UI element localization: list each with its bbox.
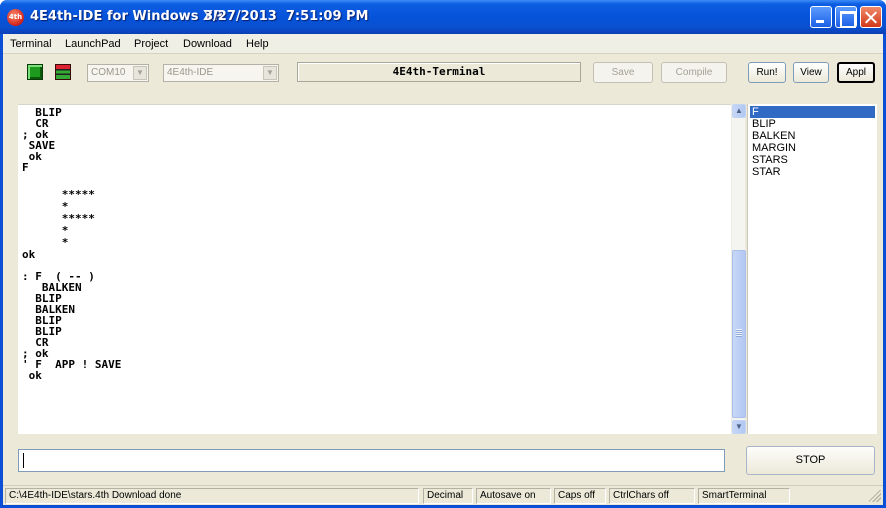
maximize-button[interactable] — [835, 6, 857, 28]
terminal-line: ***** — [22, 212, 95, 225]
com-port-value: COM10 — [91, 67, 126, 78]
terminal-line: ***** — [22, 188, 95, 201]
terminal-output[interactable]: BLIP CR ; ok SAVE ok F ***** * ***** * *… — [18, 104, 731, 434]
grip-icon — [736, 329, 742, 337]
word-list-item[interactable]: STAR — [750, 166, 875, 178]
scrollbar-thumb[interactable] — [732, 250, 746, 418]
status-message: C:\4E4th-IDE\stars.4th Download done — [5, 488, 419, 504]
terminal-label: 4E4th-Terminal — [297, 62, 581, 82]
terminal-line: * — [22, 200, 69, 213]
connection-led-icon — [27, 64, 43, 80]
menu-launchpad[interactable]: LaunchPad — [65, 38, 121, 50]
status-number-base: Decimal — [423, 488, 473, 504]
word-list-item[interactable]: MARGIN — [750, 142, 875, 154]
status-autosave: Autosave on — [476, 488, 551, 504]
save-button[interactable]: Save — [593, 62, 653, 83]
word-list-item[interactable]: BALKEN — [750, 130, 875, 142]
word-list-item[interactable]: F — [750, 106, 875, 118]
title-datetime: 3/27/2013 7:51:09 PM — [204, 9, 369, 24]
word-list-item[interactable]: STARS — [750, 154, 875, 166]
terminal-line: ok — [22, 369, 42, 382]
scroll-down-arrow-icon[interactable]: ▼ — [732, 420, 746, 434]
close-button[interactable] — [860, 6, 882, 28]
terminal-line: * — [22, 224, 69, 237]
terminal-line: F — [22, 161, 29, 174]
app-window: 4th 4E4th-IDE for Windows XP 3/27/2013 7… — [0, 0, 886, 508]
run-button[interactable]: Run! — [748, 62, 786, 83]
chevron-down-icon[interactable]: ▼ — [263, 66, 277, 80]
target-select[interactable]: 4E4th-IDE ▼ — [163, 64, 279, 82]
menu-project[interactable]: Project — [134, 38, 168, 50]
terminal-line: * — [22, 236, 69, 249]
status-caps: Caps off — [554, 488, 606, 504]
resize-grip-icon[interactable] — [869, 490, 881, 502]
command-input[interactable] — [18, 449, 725, 472]
word-list-item[interactable]: BLIP — [750, 118, 875, 130]
word-list[interactable]: F BLIP BALKEN MARGIN STARS STAR — [747, 104, 877, 434]
title-bar[interactable]: 4th 4E4th-IDE for Windows XP 3/27/2013 7… — [0, 0, 886, 34]
toolbar: COM10 ▼ 4E4th-IDE ▼ 4E4th-Terminal Save … — [3, 54, 883, 90]
terminal-scrollbar[interactable]: ▲ ▼ — [731, 104, 746, 434]
menu-help[interactable]: Help — [246, 38, 269, 50]
window-title: 4E4th-IDE for Windows XP — [30, 9, 223, 24]
view-button[interactable]: View — [793, 62, 829, 83]
client-area: Terminal LaunchPad Project Download Help… — [3, 34, 883, 505]
com-port-select[interactable]: COM10 ▼ — [87, 64, 149, 82]
text-caret — [23, 453, 24, 468]
terminal-line: ok — [22, 248, 36, 261]
menu-terminal[interactable]: Terminal — [10, 38, 52, 50]
menu-bar: Terminal LaunchPad Project Download Help — [3, 34, 883, 54]
status-ctrlchars: CtrlChars off — [609, 488, 695, 504]
traffic-light-icon — [55, 64, 71, 80]
status-terminal-mode: SmartTerminal — [698, 488, 790, 504]
appl-button[interactable]: Appl — [837, 62, 875, 83]
target-value: 4E4th-IDE — [167, 67, 214, 78]
compile-button[interactable]: Compile — [661, 62, 727, 83]
app-icon: 4th — [7, 9, 24, 26]
stop-button[interactable]: STOP — [746, 446, 875, 475]
scroll-up-arrow-icon[interactable]: ▲ — [732, 104, 746, 118]
menu-download[interactable]: Download — [183, 38, 232, 50]
status-bar: C:\4E4th-IDE\stars.4th Download done Dec… — [3, 485, 883, 505]
minimize-button[interactable] — [810, 6, 832, 28]
chevron-down-icon[interactable]: ▼ — [133, 66, 147, 80]
